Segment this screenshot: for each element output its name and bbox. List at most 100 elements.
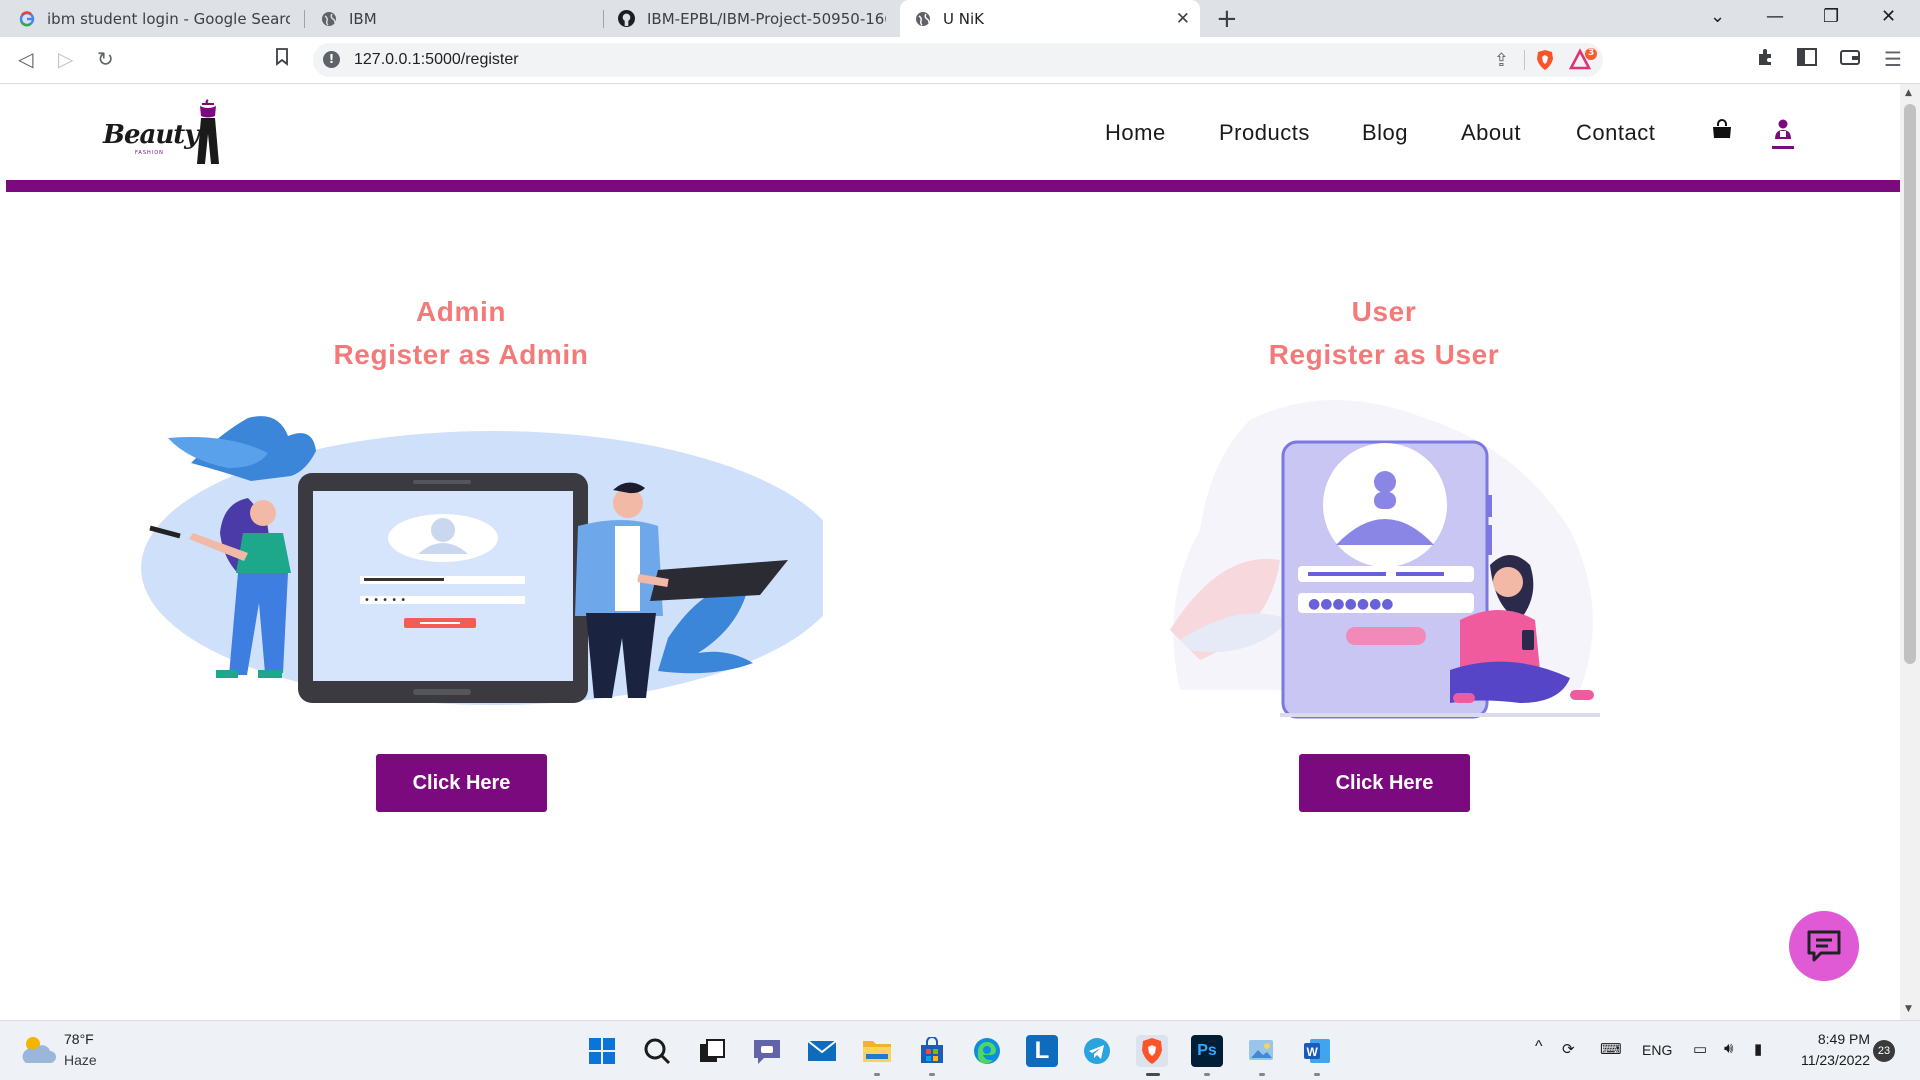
windows-start-icon[interactable]	[586, 1035, 618, 1067]
brave-shields-icon[interactable]	[1535, 49, 1555, 75]
network-icon[interactable]: ▭	[1693, 1040, 1707, 1058]
tab-google-search[interactable]: ibm student login - Google Search	[4, 0, 304, 37]
scroll-down-arrow-icon[interactable]: ▼	[1905, 1004, 1912, 1014]
volume-icon[interactable]: 🔊︎	[1724, 1040, 1733, 1057]
chat-bubble-icon	[1807, 930, 1841, 962]
browser-tab-strip: ibm student login - Google Search IBM IB…	[0, 0, 1920, 37]
nav-blog[interactable]: Blog	[1362, 120, 1408, 146]
close-tab-icon[interactable]: ✕	[1176, 9, 1190, 29]
running-indicator	[929, 1073, 935, 1076]
tab-separator	[304, 10, 305, 28]
active-indicator	[1146, 1073, 1160, 1076]
forward-icon[interactable]: ▷	[58, 47, 73, 71]
share-icon[interactable]: ⇪	[1494, 50, 1509, 71]
tab-label: ibm student login - Google Search	[47, 9, 290, 28]
logo-subtext: FASHION	[135, 150, 164, 156]
scrollbar-thumb[interactable]	[1904, 104, 1916, 664]
admin-title-block: Admin Register as Admin	[161, 290, 761, 376]
running-indicator	[1259, 1073, 1265, 1076]
battery-icon[interactable]: ▮	[1754, 1040, 1762, 1058]
tray-overflow-chevron-icon[interactable]: ^	[1535, 1038, 1543, 1056]
nav-products[interactable]: Products	[1219, 120, 1310, 146]
store-icon[interactable]	[916, 1035, 948, 1067]
new-tab-button[interactable]: +	[1216, 4, 1238, 34]
user-registration-illustration: ●●●●●●●	[1170, 400, 1600, 719]
l-app-icon[interactable]: L	[1026, 1035, 1058, 1067]
admin-click-here-button[interactable]: Click Here	[376, 754, 547, 812]
tab-unik-active[interactable]: U NiK ✕	[900, 0, 1200, 37]
search-icon[interactable]	[641, 1035, 673, 1067]
clock-date[interactable]: 11/23/2022	[1788, 1052, 1870, 1068]
bookmark-icon[interactable]	[275, 47, 289, 71]
running-indicator	[1314, 1073, 1320, 1076]
running-indicator	[1204, 1073, 1210, 1076]
menu-icon[interactable]: ☰	[1884, 47, 1902, 71]
omnibox-divider	[1524, 50, 1525, 70]
user-title: User	[1351, 296, 1417, 327]
address-bar[interactable]: ! 127.0.0.1:5000/register ⇪ 3	[313, 43, 1603, 77]
tab-label: U NiK	[943, 9, 984, 28]
user-account-icon[interactable]	[1773, 118, 1793, 144]
rewards-badge-count: 3	[1588, 48, 1595, 58]
brave-rewards-icon[interactable]: 3	[1568, 47, 1599, 77]
reload-icon[interactable]: ↻	[97, 47, 114, 71]
teams-chat-icon[interactable]	[751, 1035, 783, 1067]
tab-label: IBM	[349, 9, 377, 28]
keyboard-icon[interactable]: ⌨	[1600, 1040, 1622, 1058]
restore-icon[interactable]: ❐	[1823, 6, 1839, 27]
file-explorer-icon[interactable]	[861, 1035, 893, 1067]
user-title-block: User Register as User	[1084, 290, 1684, 376]
minimize-icon[interactable]: —	[1766, 6, 1784, 27]
wallet-icon[interactable]	[1840, 47, 1860, 71]
header-divider-bar	[6, 180, 1900, 192]
globe-icon	[914, 10, 931, 27]
photos-icon[interactable]	[1246, 1035, 1278, 1067]
admin-title: Admin	[415, 296, 507, 327]
nav-about[interactable]: About	[1461, 120, 1521, 146]
language-indicator[interactable]: ENG	[1642, 1042, 1672, 1058]
beauty-fashion-logo[interactable]: Beauty FASHION	[103, 98, 228, 168]
admin-registration-illustration: • • • • •	[141, 416, 823, 705]
nav-contact[interactable]: Contact	[1576, 120, 1655, 146]
edge-icon[interactable]	[971, 1035, 1003, 1067]
back-icon[interactable]: ◁	[18, 47, 33, 71]
notification-count-badge[interactable]: 23	[1873, 1040, 1895, 1062]
photoshop-icon[interactable]: Ps	[1191, 1035, 1223, 1067]
nav-home[interactable]: Home	[1105, 120, 1166, 146]
word-icon[interactable]: W	[1301, 1035, 1333, 1067]
sidebar-icon[interactable]	[1797, 47, 1817, 71]
tab-ibm[interactable]: IBM	[306, 0, 602, 37]
chat-button[interactable]	[1789, 911, 1859, 981]
sync-icon[interactable]: ⟳	[1562, 1040, 1575, 1058]
globe-icon	[320, 10, 337, 27]
site-header: Beauty FASHION Home Products Blog About …	[0, 84, 1900, 192]
logo-text: Beauty	[103, 120, 199, 150]
windows-taskbar: 78°F Haze L Ps W ^ ⟳ ⌨ ENG ▭ 🔊︎ ▮ 8:49 P…	[0, 1020, 1920, 1080]
active-nav-underline	[1772, 146, 1794, 149]
weather-description[interactable]: Haze	[64, 1052, 97, 1068]
clock-time[interactable]: 8:49 PM	[1794, 1031, 1870, 1047]
github-icon	[618, 10, 635, 27]
weather-icon[interactable]	[20, 1033, 56, 1071]
close-window-icon[interactable]: ✕	[1881, 6, 1896, 27]
site-info-icon[interactable]: !	[323, 51, 340, 68]
telegram-icon[interactable]	[1081, 1035, 1113, 1067]
browser-toolbar: ◁ ▷ ↻ ! 127.0.0.1:5000/register ⇪ 3 ☰	[0, 37, 1920, 84]
shopping-bag-icon[interactable]	[1711, 118, 1733, 144]
tab-search-chevron-icon[interactable]: ⌄	[1710, 6, 1725, 27]
mail-icon[interactable]	[806, 1035, 838, 1067]
user-click-here-button[interactable]: Click Here	[1299, 754, 1470, 812]
tab-github[interactable]: IBM-EPBL/IBM-Project-50950-166093	[604, 0, 900, 37]
scroll-up-arrow-icon[interactable]: ▲	[1905, 88, 1912, 98]
running-indicator	[874, 1073, 880, 1076]
tab-label: IBM-EPBL/IBM-Project-50950-166093	[647, 9, 886, 28]
task-view-icon[interactable]	[696, 1035, 728, 1067]
weather-temperature[interactable]: 78°F	[64, 1031, 94, 1047]
dress-mannequin-icon	[197, 99, 219, 164]
brave-icon[interactable]	[1136, 1035, 1168, 1067]
extensions-puzzle-icon[interactable]	[1756, 47, 1776, 72]
user-subtitle: Register as User	[1268, 339, 1500, 370]
admin-subtitle: Register as Admin	[333, 339, 589, 370]
google-icon	[18, 10, 35, 27]
url-text[interactable]: 127.0.0.1:5000/register	[354, 51, 519, 69]
